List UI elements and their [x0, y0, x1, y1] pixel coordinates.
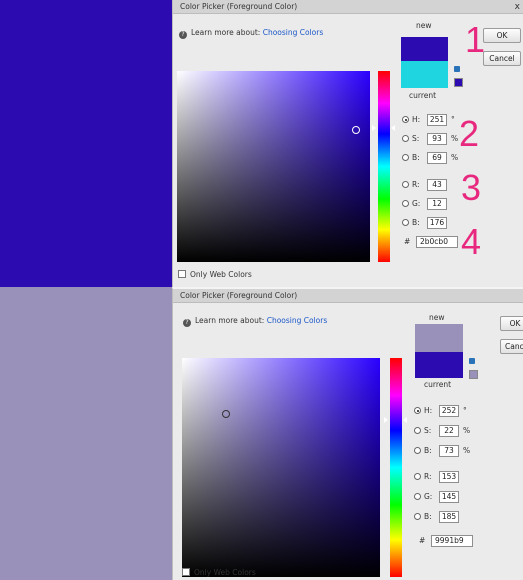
hex-hash-label: # [404, 237, 411, 246]
field-input[interactable]: 69 [427, 152, 447, 164]
checkbox-box[interactable] [178, 270, 186, 278]
only-web-colors-label: Only Web Colors [194, 568, 256, 577]
radio-button[interactable] [414, 447, 421, 454]
radio-button[interactable] [402, 200, 409, 207]
radio-button[interactable] [414, 513, 421, 520]
radio-button[interactable] [402, 181, 409, 188]
dialog-title-bar: Color Picker (Foreground Color) [173, 289, 523, 303]
field-label: B: [412, 153, 420, 162]
field-label: B: [424, 446, 432, 455]
web-safe-color-swatch[interactable] [469, 370, 478, 379]
radio-button[interactable] [414, 473, 421, 480]
field-unit: % [463, 426, 471, 435]
dialog-title-bar: Color Picker (Foreground Color) x [173, 0, 523, 14]
current-color-preview[interactable] [415, 352, 463, 378]
field-input[interactable]: 176 [427, 217, 447, 229]
field-label: H: [412, 115, 421, 124]
radio-button[interactable] [402, 219, 409, 226]
choosing-colors-link[interactable]: Choosing Colors [263, 28, 324, 37]
only-web-colors-checkbox[interactable]: Only Web Colors [178, 270, 252, 279]
cancel-button[interactable]: Cancel [483, 51, 521, 66]
only-web-colors-label: Only Web Colors [190, 270, 252, 279]
field-input[interactable]: 153 [439, 471, 459, 483]
choosing-colors-link[interactable]: Choosing Colors [267, 316, 328, 325]
callout-number: 2 [459, 113, 480, 154]
color-picker-dialog-top: Color Picker (Foreground Color) x ? Learn… [172, 0, 523, 287]
new-color-label: new [429, 313, 445, 322]
radio-button[interactable] [402, 135, 409, 142]
new-color-label: new [416, 21, 432, 30]
learn-more-label: Learn more about: [191, 28, 261, 37]
learn-more-label: Learn more about: [195, 316, 265, 325]
gamut-warning-icon[interactable] [469, 358, 475, 364]
radio-button[interactable] [402, 154, 409, 161]
field-label: R: [424, 472, 432, 481]
field-unit: % [451, 134, 459, 143]
hex-hash-label: # [419, 536, 426, 545]
learn-more-row: ? Learn more about: Choosing Colors [183, 316, 327, 327]
hue-slider[interactable] [378, 71, 390, 262]
hue-slider[interactable] [390, 358, 402, 577]
new-color-preview [401, 37, 448, 61]
field-label: G: [412, 199, 421, 208]
field-input[interactable]: 73 [439, 445, 459, 457]
callout-number: 3 [461, 167, 482, 208]
dialog-title: Color Picker (Foreground Color) [180, 2, 298, 11]
hue-slider-right-arrow-icon[interactable] [391, 125, 395, 131]
checkbox-box[interactable] [182, 568, 190, 576]
radio-button[interactable] [414, 493, 421, 500]
hue-slider-right-arrow-icon[interactable] [403, 417, 407, 423]
field-label: G: [424, 492, 433, 501]
ok-button[interactable]: OK [500, 316, 523, 331]
radio-button[interactable] [414, 407, 421, 414]
field-unit: % [451, 153, 459, 162]
field-label: B: [412, 218, 420, 227]
field-label: S: [412, 134, 420, 143]
web-safe-color-swatch[interactable] [454, 78, 463, 87]
current-color-preview[interactable] [401, 61, 448, 88]
help-icon: ? [179, 31, 187, 39]
field-label: S: [424, 426, 432, 435]
radio-button[interactable] [414, 427, 421, 434]
learn-more-row: ? Learn more about: Choosing Colors [179, 28, 323, 39]
field-input[interactable]: 93 [427, 133, 447, 145]
current-color-label: current [424, 380, 452, 389]
field-input[interactable]: 185 [439, 511, 459, 523]
help-icon: ? [183, 319, 191, 327]
field-label: H: [424, 406, 433, 415]
ok-button[interactable]: OK [483, 28, 521, 43]
current-color-label: current [409, 91, 437, 100]
field-input[interactable]: 22 [439, 425, 459, 437]
hex-input[interactable]: 2b0cb0 [416, 236, 458, 248]
foreground-color-swatch-top [0, 0, 172, 287]
close-icon[interactable]: x [515, 0, 520, 14]
foreground-color-swatch-bottom [0, 287, 172, 580]
new-color-preview [415, 324, 463, 352]
radio-button[interactable] [402, 116, 409, 123]
hue-slider-left-arrow-icon[interactable] [384, 417, 388, 423]
cancel-button[interactable]: Canc [500, 339, 523, 354]
field-input[interactable]: 252 [439, 405, 459, 417]
field-input[interactable]: 43 [427, 179, 447, 191]
callout-number: 4 [461, 221, 482, 262]
field-unit: ° [463, 406, 467, 415]
field-input[interactable]: 251 [427, 114, 447, 126]
only-web-colors-checkbox[interactable]: Only Web Colors [182, 568, 256, 577]
gamut-warning-icon[interactable] [454, 66, 460, 72]
field-label: B: [424, 512, 432, 521]
hue-slider-left-arrow-icon[interactable] [372, 125, 376, 131]
saturation-brightness-field[interactable] [177, 71, 370, 262]
saturation-brightness-field[interactable] [182, 358, 380, 577]
color-picker-dialog-bottom: Color Picker (Foreground Color) ? Learn m… [172, 287, 523, 580]
callout-number: 1 [465, 19, 486, 60]
hex-input[interactable]: 9991b9 [431, 535, 473, 547]
field-label: R: [412, 180, 420, 189]
field-input[interactable]: 12 [427, 198, 447, 210]
field-unit: ° [451, 115, 455, 124]
field-unit: % [463, 446, 471, 455]
field-input[interactable]: 145 [439, 491, 459, 503]
dialog-title: Color Picker (Foreground Color) [180, 291, 298, 300]
